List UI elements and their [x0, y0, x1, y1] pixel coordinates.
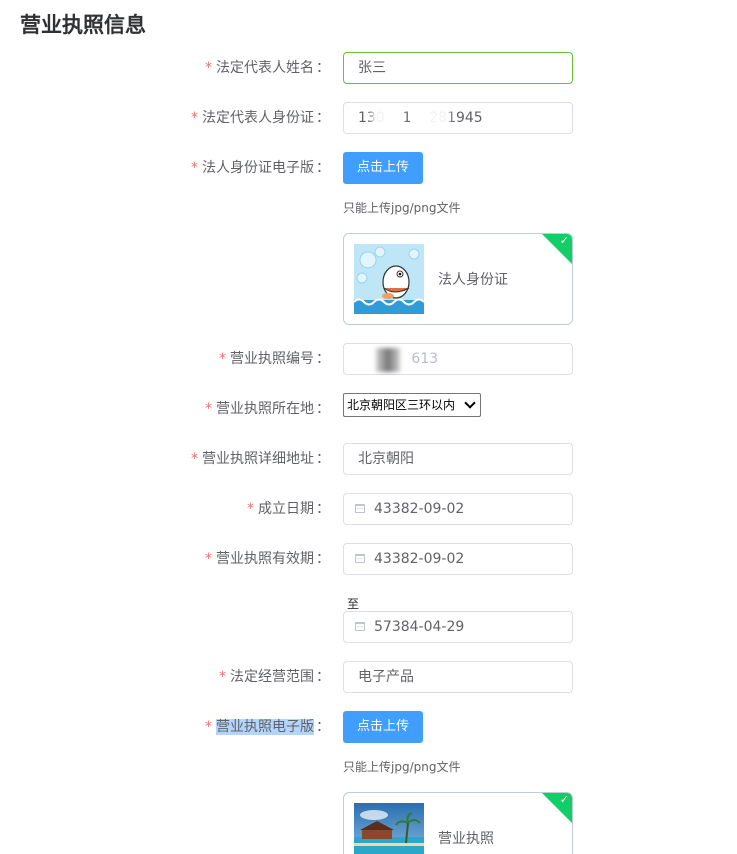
legal-id-file-name: 法人身份证	[438, 272, 508, 288]
upload-legal-id-button[interactable]: 点击上传	[343, 152, 423, 184]
established-date-label: * 成立日期：	[247, 501, 330, 517]
established-date-input[interactable]: 43382-09-02	[343, 493, 573, 525]
license-address-label: * 营业执照详细地址：	[191, 451, 330, 467]
license-file-name: 营业执照	[438, 831, 494, 847]
legal-rep-id-label: * 法定代表人身份证：	[191, 110, 330, 126]
license-number-label: * 营业执照编号：	[219, 351, 330, 367]
license-file-card[interactable]: 营业执照 ✓	[343, 792, 573, 854]
validity-start-value: 43382-09-02	[374, 551, 465, 567]
required-mark: *	[191, 160, 198, 176]
check-icon: ✓	[559, 234, 569, 247]
required-mark: *	[247, 501, 254, 517]
validity-end-value: 57384-04-29	[374, 619, 465, 635]
legal-rep-name-input[interactable]: 张三	[343, 52, 573, 84]
validity-start-input[interactable]: 43382-09-02	[343, 543, 573, 575]
validity-end-input[interactable]: 57384-04-29	[343, 611, 573, 643]
license-scan-label: * 营业执照电子版：	[205, 719, 330, 735]
legal-id-file-card[interactable]: 法人身份证 ✓	[343, 233, 573, 325]
range-separator: 至	[347, 597, 360, 611]
legal-id-scan-label: * 法人身份证电子版：	[191, 160, 330, 176]
required-mark: *	[205, 60, 212, 76]
license-location-label: * 营业执照所在地：	[205, 401, 330, 417]
business-scope-label: * 法定经营范围：	[219, 669, 330, 685]
legal-rep-name-label: * 法定代表人姓名：	[205, 60, 330, 76]
business-scope-input[interactable]: 电子产品	[343, 661, 573, 693]
cartoon-thumbnail	[354, 244, 424, 314]
license-address-input[interactable]: 北京朝阳	[343, 443, 573, 475]
check-icon: ✓	[559, 793, 569, 806]
page-title: 营业执照信息	[20, 13, 146, 37]
required-mark: *	[205, 551, 212, 567]
redaction-blur	[420, 108, 450, 128]
calendar-icon	[355, 554, 365, 563]
required-mark: *	[205, 401, 212, 417]
redaction-blur	[376, 348, 400, 372]
required-mark: *	[205, 719, 212, 735]
upload-license-button[interactable]: 点击上传	[343, 711, 423, 743]
required-mark: *	[219, 351, 226, 367]
required-mark: *	[191, 110, 198, 126]
license-location-selected: 北京朝阳区三环以内	[347, 398, 456, 412]
required-mark: *	[219, 669, 226, 685]
calendar-icon	[355, 622, 365, 631]
validity-label: * 营业执照有效期：	[205, 551, 330, 567]
required-mark: *	[191, 451, 198, 467]
resort-thumbnail	[354, 803, 424, 854]
redaction-blur	[372, 108, 404, 128]
upload-hint: 只能上传jpg/png文件	[343, 760, 461, 774]
established-date-value: 43382-09-02	[374, 501, 465, 517]
license-location-select[interactable]: 北京朝阳区三环以内	[343, 393, 481, 417]
chevron-down-icon	[464, 397, 476, 409]
calendar-icon	[355, 504, 365, 513]
upload-hint: 只能上传jpg/png文件	[343, 201, 461, 215]
